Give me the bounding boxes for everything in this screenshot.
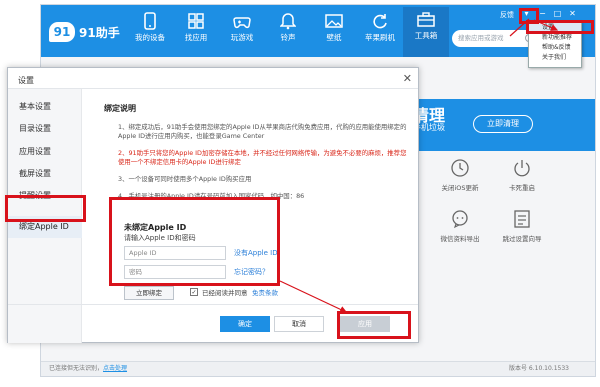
terms-link[interactable]: 免责条款 [252, 287, 278, 297]
phone-icon [144, 12, 156, 30]
menu-item-help[interactable]: 帮助&反馈 [529, 43, 581, 53]
sidebar-item-directory[interactable]: 目录设置 [8, 118, 82, 140]
nav-games[interactable]: 玩游戏 [219, 9, 265, 55]
note-line: Apple ID进行应用内购买，也能登录Game Center [118, 132, 265, 140]
sidebar-item-apps[interactable]: 应用设置 [8, 141, 82, 163]
gamepad-icon [233, 17, 251, 29]
annotation-box-bind-form [109, 197, 280, 286]
clean-now-button[interactable]: 立即清理 [473, 115, 533, 133]
logo-mark: 91 [49, 22, 75, 42]
logo-text: 91助手 [79, 25, 120, 40]
warning-line: 2、91助手只将您的Apple ID加密存储在本地，并不经过任何网络传输，为避免… [118, 149, 407, 157]
status-fix-link[interactable]: 点击处理 [103, 365, 127, 372]
app-logo: 91 91助手 [49, 20, 120, 44]
tool-label: 关闭iOS更新 [441, 184, 479, 192]
list-icon [514, 210, 530, 228]
nav-label: 我的设备 [135, 33, 165, 42]
tool-disable-ios-update[interactable]: 关闭iOS更新 [433, 158, 487, 192]
agree-checkbox[interactable]: ✓ [190, 288, 198, 296]
nav-ringtones[interactable]: 铃声 [265, 9, 311, 55]
nav-label: 找应用 [184, 33, 208, 42]
picture-icon [325, 14, 343, 28]
search-placeholder: 搜索应用或游戏 [458, 34, 504, 42]
toolbox-icon [417, 12, 435, 27]
tool-label: 微信资料导出 [440, 235, 480, 243]
nav-label: 苹果刷机 [365, 33, 395, 42]
cleanup-banner: 清理 手机垃圾 立即清理 [413, 99, 595, 151]
power-icon [514, 160, 530, 177]
ok-button[interactable]: 确定 [220, 316, 270, 332]
nav-label: 工具箱 [414, 31, 438, 40]
annotation-box-sidebar [5, 195, 86, 222]
note-line: 3、一个设备可同时使用多个Apple ID购买应用 [118, 175, 252, 183]
chat-icon [452, 210, 468, 229]
tool-wechat-export[interactable]: 微信资料导出 [433, 209, 487, 243]
menu-item-new-features[interactable]: 新功能推荐 [529, 33, 581, 43]
feedback-link[interactable]: 反馈 [500, 10, 514, 20]
tool-force-restart[interactable]: 卡死重启 [495, 158, 549, 192]
dialog-title: 设置 [18, 76, 34, 85]
nav-wallpaper[interactable]: 壁纸 [311, 9, 357, 55]
nav-my-device[interactable]: 我的设备 [127, 9, 173, 55]
warning-line: 使用一个不绑定信用卡的Apple ID进行绑定 [118, 158, 241, 166]
nav-label: 壁纸 [326, 33, 342, 42]
note-line: 1、绑定成功后，91助手会使用您绑定的Apple ID从苹果商店代购免费应用，代… [118, 123, 407, 131]
menu-item-about[interactable]: 关于我们 [529, 53, 581, 63]
divider [8, 304, 418, 305]
dialog-close-icon[interactable]: ✕ [403, 72, 412, 85]
status-text: 已连接但无法识别， [49, 365, 104, 372]
sidebar-item-basic[interactable]: 基本设置 [8, 96, 82, 118]
version-label: 版本号 6.10.10.1533 [509, 365, 569, 372]
section-title: 绑定说明 [104, 104, 136, 113]
nav-label: 铃声 [280, 33, 296, 42]
bell-icon [280, 13, 296, 30]
tool-label: 跳过设置向导 [502, 235, 542, 243]
status-bar: 已连接但无法识别，点击处理 版本号 6.10.10.1533 [41, 361, 595, 376]
close-icon[interactable]: ✕ [567, 9, 578, 19]
agree-label: 已经阅读并同意 [202, 289, 248, 297]
sidebar-item-screenshot[interactable]: 截屏设置 [8, 163, 82, 185]
annotation-box-apply [337, 311, 411, 339]
nav-toolbox[interactable]: 工具箱 [403, 7, 449, 57]
cancel-button[interactable]: 取消 [274, 316, 324, 332]
annotation-box-settings-item [526, 20, 594, 34]
tool-skip-setup[interactable]: 跳过设置向导 [495, 209, 549, 243]
nav-flash[interactable]: 苹果刷机 [357, 9, 403, 55]
bind-now-button[interactable]: 立即绑定 [124, 286, 174, 300]
status-left: 已连接但无法识别，点击处理 [49, 362, 127, 376]
refresh-icon [373, 14, 387, 29]
nav-label: 玩游戏 [230, 33, 254, 42]
top-toolbar: 91 91助手 我的设备 找应用 玩游戏 铃声 壁纸 苹果刷机 工具箱 反馈 ▾… [41, 5, 595, 57]
nav-find-apps[interactable]: 找应用 [173, 9, 219, 55]
tool-label: 卡死重启 [509, 184, 535, 192]
apps-icon [188, 13, 204, 29]
clock-icon [451, 159, 469, 177]
maximize-icon[interactable]: □ [552, 9, 563, 19]
